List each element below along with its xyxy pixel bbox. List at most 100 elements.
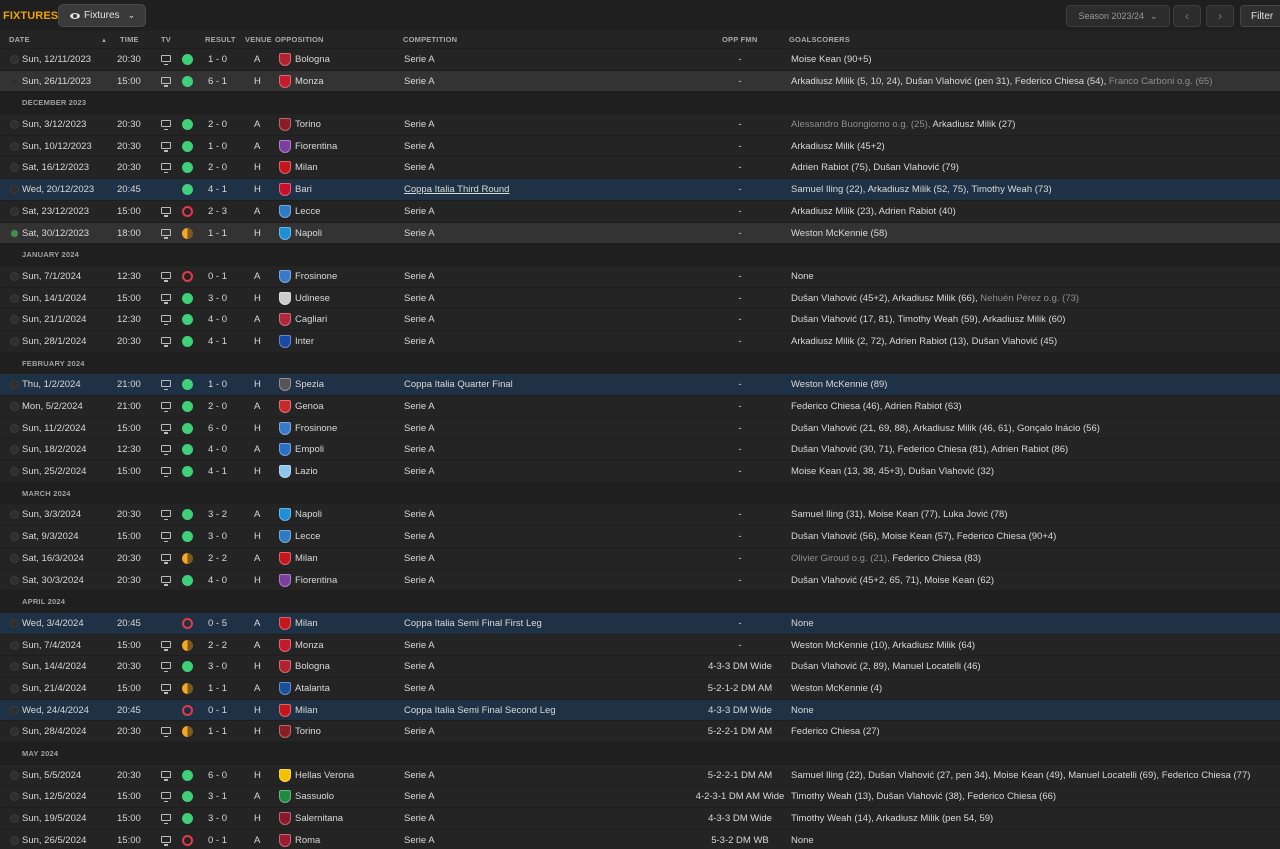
opposition-name[interactable]: Bari xyxy=(295,184,312,195)
competition-name[interactable]: Coppa Italia Semi Final Second Leg xyxy=(404,705,556,716)
table-row[interactable]: Wed, 20/12/2023 20:45 4 - 1 H Bari Coppa Ital… xyxy=(0,178,1280,200)
col-tv[interactable]: TV xyxy=(161,35,171,44)
opposition-name[interactable]: Salernitana xyxy=(295,813,343,824)
opposition-name[interactable]: Monza xyxy=(295,640,324,651)
table-row[interactable]: Sun, 28/4/2024 20:30 1 - 1 H Torino Serie A 5-… xyxy=(0,720,1280,742)
table-row[interactable]: Sun, 28/1/2024 20:30 4 - 1 H Inter Serie A - Ar… xyxy=(0,329,1280,352)
competition-name[interactable]: Serie A xyxy=(404,314,435,325)
opposition-name[interactable]: Cagliari xyxy=(295,314,327,325)
table-row[interactable]: Sun, 14/4/2024 20:30 3 - 0 H Bologna Serie A 4… xyxy=(0,655,1280,677)
opposition-name[interactable]: Udinese xyxy=(295,293,330,304)
table-row[interactable]: Sun, 7/4/2024 15:00 2 - 2 A Monza Serie A - Wes… xyxy=(0,633,1280,656)
opposition-name[interactable]: Genoa xyxy=(295,401,324,412)
match-score[interactable]: 3 - 0 xyxy=(208,661,227,672)
competition-name[interactable]: Coppa Italia Semi Final First Leg xyxy=(404,618,542,629)
opposition-name[interactable]: Fiorentina xyxy=(295,141,337,152)
opposition-name[interactable]: Bologna xyxy=(295,661,330,672)
competition-name[interactable]: Serie A xyxy=(404,835,435,846)
match-score[interactable]: 6 - 0 xyxy=(208,770,227,781)
table-row[interactable]: Sun, 7/1/2024 12:30 0 - 1 A Frosinone Serie A… xyxy=(0,264,1280,287)
competition-name[interactable]: Serie A xyxy=(404,119,435,130)
table-row[interactable]: Thu, 1/2/2024 21:00 1 - 0 H Spezia Coppa Ital… xyxy=(0,373,1280,395)
table-row[interactable]: Sat, 9/3/2024 15:00 3 - 0 H Lecce Serie A - Duš… xyxy=(0,525,1280,547)
match-score[interactable]: 6 - 1 xyxy=(208,76,227,87)
opposition-name[interactable]: Lazio xyxy=(295,466,318,477)
match-score[interactable]: 1 - 1 xyxy=(208,726,227,737)
match-score[interactable]: 2 - 2 xyxy=(208,640,227,651)
competition-name[interactable]: Serie A xyxy=(404,141,435,152)
col-goalscorers[interactable]: GOALSCORERS xyxy=(789,35,850,44)
table-row[interactable]: Sun, 26/11/2023 15:00 6 - 1 H Monza Serie A - A… xyxy=(0,69,1280,92)
match-score[interactable]: 0 - 1 xyxy=(208,835,227,846)
opposition-name[interactable]: Atalanta xyxy=(295,683,330,694)
view-dropdown[interactable]: Fixtures ⌄ xyxy=(58,4,146,27)
match-score[interactable]: 1 - 0 xyxy=(208,54,227,65)
opposition-name[interactable]: Hellas Verona xyxy=(295,770,354,781)
match-score[interactable]: 6 - 0 xyxy=(208,423,227,434)
match-score[interactable]: 3 - 0 xyxy=(208,531,227,542)
table-row[interactable]: Mon, 5/2/2024 21:00 2 - 0 A Genoa Serie A - Fed… xyxy=(0,395,1280,417)
competition-name[interactable]: Serie A xyxy=(404,531,435,542)
match-score[interactable]: 4 - 0 xyxy=(208,444,227,455)
table-row[interactable]: Wed, 3/4/2024 20:45 0 - 5 A Milan Coppa Itali… xyxy=(0,611,1280,634)
table-row[interactable]: Sun, 3/12/2023 20:30 2 - 0 A Torino Serie A - A… xyxy=(0,113,1280,135)
col-result[interactable]: RESULT xyxy=(205,35,236,44)
match-score[interactable]: 1 - 0 xyxy=(208,379,227,390)
opposition-name[interactable]: Frosinone xyxy=(295,423,337,434)
competition-name[interactable]: Serie A xyxy=(404,466,435,477)
match-score[interactable]: 3 - 0 xyxy=(208,293,227,304)
table-row[interactable]: Sat, 23/12/2023 15:00 2 - 3 A Lecce Serie A - A… xyxy=(0,199,1280,222)
match-score[interactable]: 2 - 0 xyxy=(208,162,227,173)
table-row[interactable]: Sun, 25/2/2024 15:00 4 - 1 H Lazio Serie A - Mo… xyxy=(0,460,1280,482)
match-score[interactable]: 1 - 1 xyxy=(208,228,227,239)
competition-name[interactable]: Serie A xyxy=(404,683,435,694)
table-row[interactable]: Sun, 21/4/2024 15:00 1 - 1 A Atalanta Serie A… xyxy=(0,676,1280,699)
match-score[interactable]: 3 - 0 xyxy=(208,813,227,824)
match-score[interactable]: 4 - 1 xyxy=(208,336,227,347)
match-score[interactable]: 1 - 0 xyxy=(208,141,227,152)
col-opposition[interactable]: OPPOSITION xyxy=(275,35,324,44)
col-date[interactable]: DATE xyxy=(9,35,30,44)
table-row[interactable]: Sun, 19/5/2024 15:00 3 - 0 H Salernitana Seri… xyxy=(0,807,1280,829)
competition-name[interactable]: Serie A xyxy=(404,509,435,520)
competition-name[interactable]: Coppa Italia Quarter Final xyxy=(404,379,513,390)
table-row[interactable]: Sun, 5/5/2024 20:30 6 - 0 H Hellas Verona Ser… xyxy=(0,763,1280,786)
next-season-button[interactable]: › xyxy=(1206,5,1234,27)
competition-name[interactable]: Serie A xyxy=(404,162,435,173)
match-score[interactable]: 4 - 1 xyxy=(208,466,227,477)
competition-name[interactable]: Serie A xyxy=(404,726,435,737)
col-competition[interactable]: COMPETITION xyxy=(403,35,457,44)
opposition-name[interactable]: Lecce xyxy=(295,531,320,542)
competition-name[interactable]: Serie A xyxy=(404,791,435,802)
match-score[interactable]: 3 - 1 xyxy=(208,791,227,802)
opposition-name[interactable]: Lecce xyxy=(295,206,320,217)
table-row[interactable]: Sat, 16/12/2023 20:30 2 - 0 H Milan Serie A - A… xyxy=(0,156,1280,179)
match-score[interactable]: 0 - 5 xyxy=(208,618,227,629)
table-row[interactable]: Sun, 14/1/2024 15:00 3 - 0 H Udinese Serie A -… xyxy=(0,286,1280,309)
table-row[interactable]: Sun, 26/5/2024 15:00 0 - 1 A Roma Serie A 5-3-… xyxy=(0,828,1280,849)
competition-name[interactable]: Serie A xyxy=(404,640,435,651)
opposition-name[interactable]: Napoli xyxy=(295,228,322,239)
table-row[interactable]: Sun, 12/5/2024 15:00 3 - 1 A Sassuolo Serie A… xyxy=(0,785,1280,808)
match-score[interactable]: 2 - 3 xyxy=(208,206,227,217)
match-score[interactable]: 0 - 1 xyxy=(208,271,227,282)
competition-name[interactable]: Serie A xyxy=(404,228,435,239)
competition-name[interactable]: Serie A xyxy=(404,76,435,87)
table-row[interactable]: Sat, 16/3/2024 20:30 2 - 2 A Milan Serie A - Ol… xyxy=(0,546,1280,569)
match-score[interactable]: 2 - 2 xyxy=(208,553,227,564)
competition-name[interactable]: Serie A xyxy=(404,293,435,304)
opposition-name[interactable]: Milan xyxy=(295,553,318,564)
opposition-name[interactable]: Torino xyxy=(295,726,321,737)
table-row[interactable]: Sun, 18/2/2024 12:30 4 - 0 A Empoli Serie A - D… xyxy=(0,438,1280,461)
competition-name[interactable]: Serie A xyxy=(404,336,435,347)
competition-name[interactable]: Serie A xyxy=(404,444,435,455)
table-row[interactable]: Sun, 10/12/2023 20:30 1 - 0 A Fiorentina Seri… xyxy=(0,134,1280,157)
col-time[interactable]: TIME xyxy=(120,35,139,44)
season-select[interactable]: Season 2023/24 ⌄ xyxy=(1066,5,1170,27)
competition-name[interactable]: Serie A xyxy=(404,813,435,824)
opposition-name[interactable]: Sassuolo xyxy=(295,791,334,802)
table-row[interactable]: Sat, 30/3/2024 20:30 4 - 0 H Fiorentina Serie… xyxy=(0,568,1280,591)
opposition-name[interactable]: Milan xyxy=(295,705,318,716)
match-score[interactable]: 3 - 2 xyxy=(208,509,227,520)
match-score[interactable]: 2 - 0 xyxy=(208,119,227,130)
